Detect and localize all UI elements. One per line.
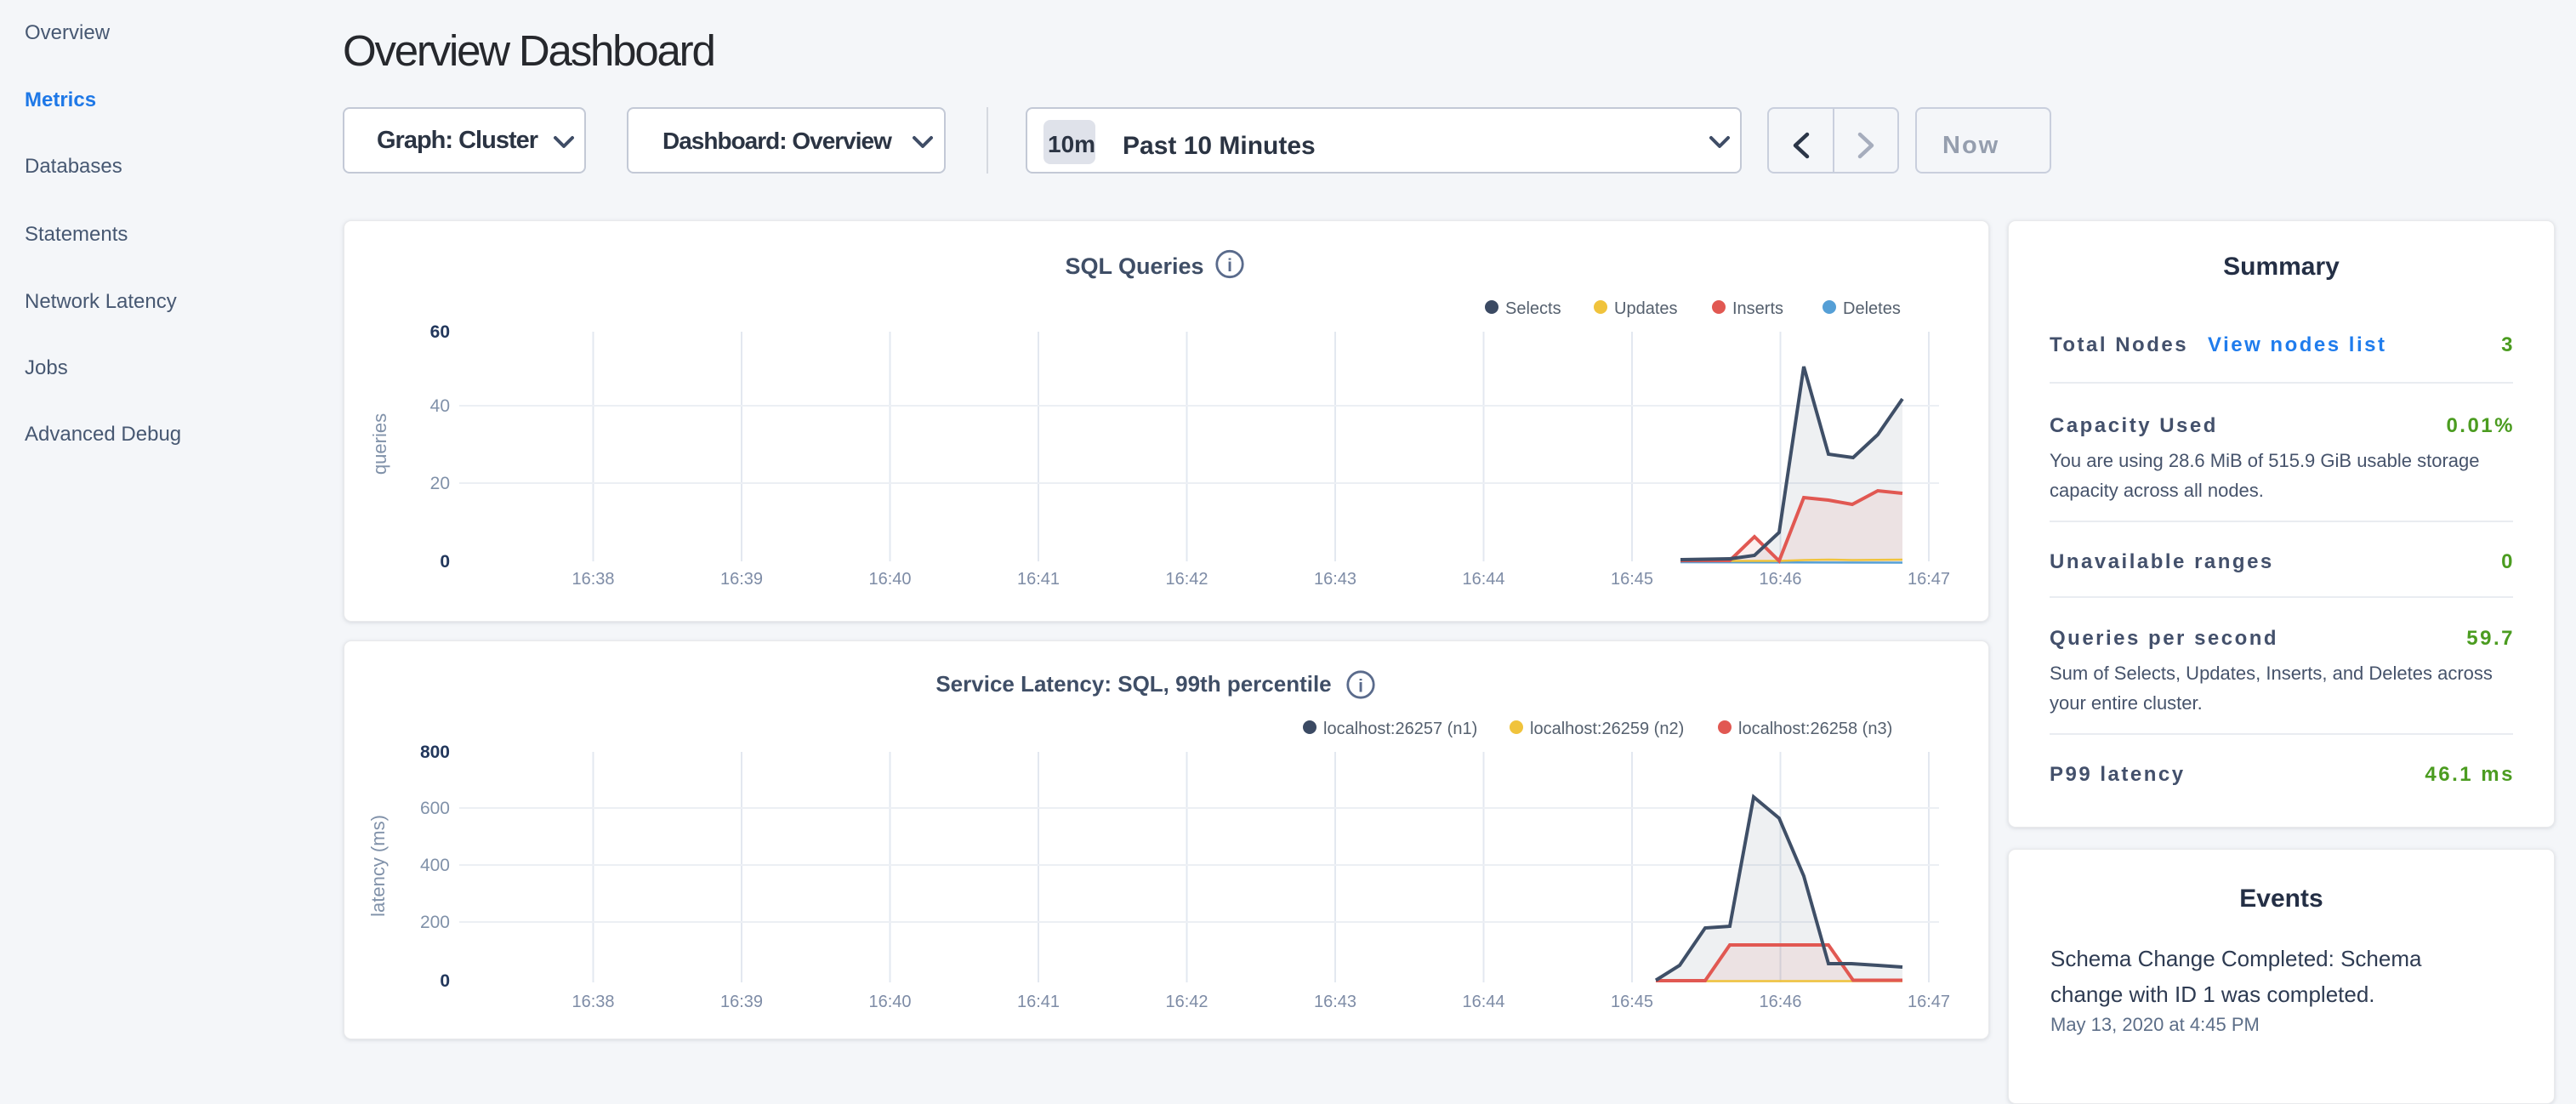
svg-text:Service Latency: SQL, 99th per: Service Latency: SQL, 99th percentile <box>935 671 1331 697</box>
svg-text:Deletes: Deletes <box>1843 299 1901 318</box>
svg-text:16:45: 16:45 <box>1611 993 1653 1011</box>
svg-text:localhost:26258 (n3): localhost:26258 (n3) <box>1738 720 1892 738</box>
svg-text:16:41: 16:41 <box>1017 570 1060 589</box>
svg-text:16:45: 16:45 <box>1611 570 1653 589</box>
svg-text:0: 0 <box>440 971 450 991</box>
svg-text:16:38: 16:38 <box>571 570 614 589</box>
svg-text:16:43: 16:43 <box>1314 570 1356 589</box>
svg-text:20: 20 <box>430 474 450 493</box>
svg-text:16:42: 16:42 <box>1165 993 1208 1011</box>
svg-text:16:39: 16:39 <box>720 993 763 1011</box>
svg-text:16:47: 16:47 <box>1908 993 1950 1011</box>
svg-text:800: 800 <box>420 743 450 762</box>
svg-text:Selects: Selects <box>1505 299 1561 318</box>
svg-text:16:42: 16:42 <box>1165 570 1208 589</box>
svg-text:latency (ms): latency (ms) <box>367 815 389 917</box>
svg-text:i: i <box>1227 256 1232 276</box>
svg-text:400: 400 <box>420 856 450 875</box>
svg-text:16:46: 16:46 <box>1759 993 1801 1011</box>
svg-text:16:40: 16:40 <box>868 993 911 1011</box>
svg-text:i: i <box>1358 677 1363 697</box>
svg-text:16:39: 16:39 <box>720 570 763 589</box>
svg-text:SQL Queries: SQL Queries <box>1065 253 1203 279</box>
svg-text:16:46: 16:46 <box>1759 570 1801 589</box>
svg-text:16:40: 16:40 <box>868 570 911 589</box>
svg-text:Updates: Updates <box>1614 299 1678 318</box>
svg-text:16:38: 16:38 <box>571 993 614 1011</box>
svg-text:600: 600 <box>420 799 450 818</box>
svg-text:Inserts: Inserts <box>1732 299 1783 318</box>
svg-text:localhost:26259 (n2): localhost:26259 (n2) <box>1530 720 1684 738</box>
svg-text:16:44: 16:44 <box>1462 993 1504 1011</box>
svg-text:60: 60 <box>430 322 450 342</box>
svg-text:16:44: 16:44 <box>1462 570 1504 589</box>
svg-text:16:43: 16:43 <box>1314 993 1356 1011</box>
svg-text:16:41: 16:41 <box>1017 993 1060 1011</box>
svg-text:localhost:26257 (n1): localhost:26257 (n1) <box>1323 720 1477 738</box>
svg-text:0: 0 <box>440 552 450 572</box>
svg-text:40: 40 <box>430 396 450 416</box>
svg-text:200: 200 <box>420 913 450 932</box>
svg-text:16:47: 16:47 <box>1908 570 1950 589</box>
svg-text:queries: queries <box>369 413 390 475</box>
